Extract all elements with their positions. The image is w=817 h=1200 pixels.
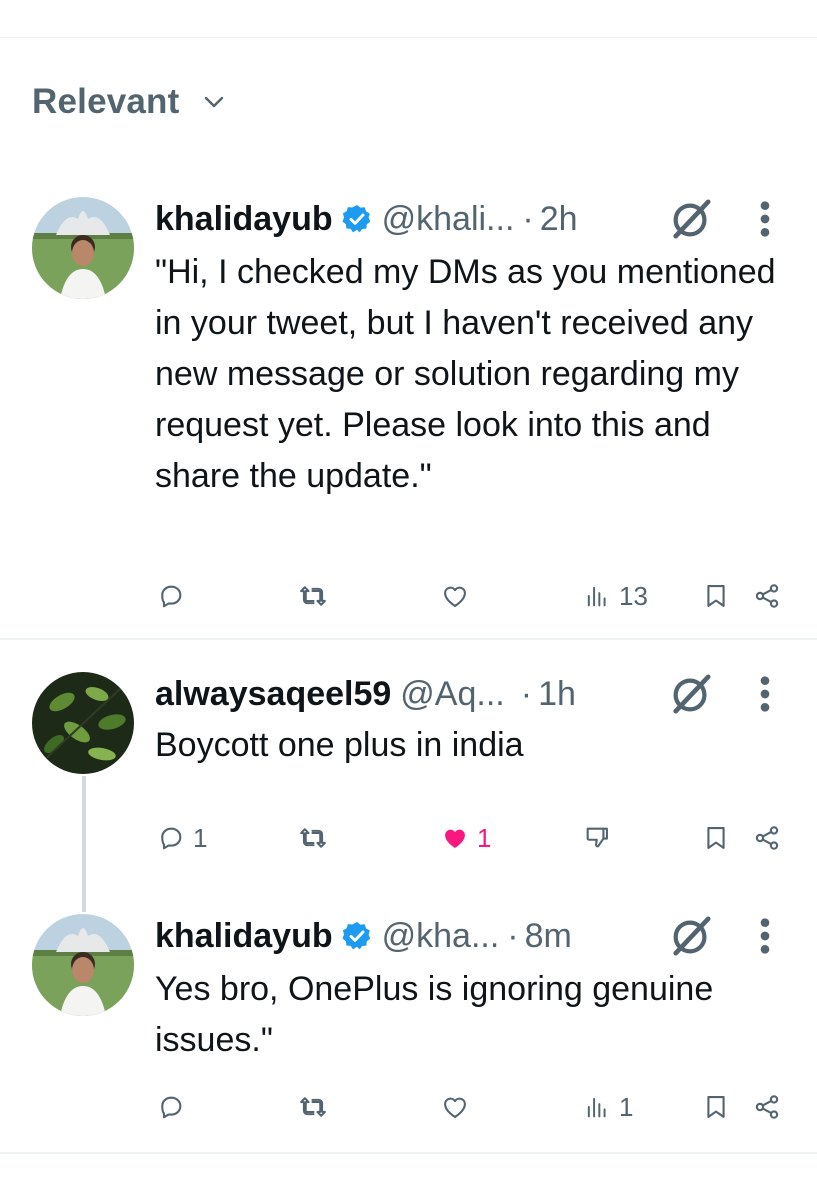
separator-dot: · (507, 916, 519, 955)
like-button[interactable] (441, 1089, 477, 1125)
repost-icon (299, 1093, 327, 1121)
views-button[interactable]: 13 (583, 578, 648, 614)
bookmark-button[interactable] (702, 1089, 730, 1125)
action-bar: 13 (0, 578, 817, 614)
sort-dropdown[interactable]: Relevant (32, 82, 226, 122)
reply-button[interactable]: 1 (157, 820, 207, 856)
sort-label: Relevant (32, 82, 180, 121)
repost-button[interactable] (299, 578, 335, 614)
chevron-down-icon (202, 90, 226, 114)
share-icon (753, 1093, 781, 1121)
verified-badge-icon (341, 203, 373, 235)
repost-icon (299, 824, 327, 852)
author-name[interactable]: khalidayub (155, 200, 333, 239)
share-button[interactable] (753, 1089, 781, 1125)
reply-button[interactable] (157, 578, 193, 614)
like-icon (441, 1093, 469, 1121)
action-bar: 1 (0, 1089, 817, 1125)
tweet-text: Boycott one plus in india (155, 726, 524, 764)
verified-badge-icon (341, 920, 373, 952)
bookmark-button[interactable] (702, 578, 730, 614)
repost-button[interactable] (299, 1089, 335, 1125)
repost-icon (299, 582, 327, 610)
tweet-text: "Hi, I checked my DMs as you mentioned i… (155, 253, 776, 495)
reply-icon (157, 1093, 185, 1121)
separator-dot: · (520, 674, 533, 713)
like-filled-icon (441, 824, 469, 852)
views-button[interactable]: 1 (583, 1089, 633, 1125)
more-icon[interactable] (752, 916, 778, 956)
grok-icon[interactable] (668, 671, 714, 717)
more-icon[interactable] (752, 674, 778, 714)
reply-icon (157, 824, 185, 852)
timestamp[interactable]: 1h (538, 675, 576, 714)
avatar[interactable] (32, 197, 134, 299)
like-button[interactable] (441, 578, 477, 614)
like-button[interactable]: 1 (441, 820, 491, 856)
reply-count: 1 (193, 822, 208, 853)
timestamp[interactable]: 8m (525, 917, 572, 956)
author-handle[interactable]: @kha... (382, 917, 500, 956)
timestamp[interactable]: 2h (540, 200, 578, 239)
share-icon (753, 582, 781, 610)
separator-dot: · (522, 199, 534, 238)
tweet-text: Yes bro, OnePlus is ignoring genuine iss… (155, 970, 714, 1059)
grok-icon[interactable] (668, 196, 714, 242)
bookmark-button[interactable] (702, 820, 730, 856)
top-divider (0, 37, 817, 38)
dislike-icon (583, 824, 611, 852)
like-count: 1 (477, 822, 492, 853)
reply-button[interactable] (157, 1089, 193, 1125)
author-handle[interactable]: @khali... (382, 200, 515, 239)
more-icon[interactable] (752, 199, 778, 239)
views-count: 13 (619, 580, 648, 611)
reply-icon (157, 582, 185, 610)
repost-button[interactable] (299, 820, 335, 856)
grok-icon[interactable] (668, 913, 714, 959)
views-icon (583, 582, 611, 610)
tweet-divider (0, 638, 817, 640)
bookmark-icon (702, 824, 730, 852)
dislike-button[interactable] (583, 820, 611, 856)
action-bar: 1 1 (0, 820, 817, 856)
share-button[interactable] (753, 820, 781, 856)
avatar[interactable] (32, 672, 134, 774)
author-name[interactable]: alwaysaqeel59 (155, 675, 391, 714)
bookmark-icon (702, 1093, 730, 1121)
avatar[interactable] (32, 914, 134, 1016)
tweet-divider (0, 1152, 817, 1154)
author-name[interactable]: khalidayub (155, 917, 333, 956)
like-icon (441, 582, 469, 610)
author-handle[interactable]: @Aq... (400, 675, 504, 714)
thread-connector-line (82, 776, 86, 912)
share-button[interactable] (753, 578, 781, 614)
share-icon (753, 824, 781, 852)
bookmark-icon (702, 582, 730, 610)
views-icon (583, 1093, 611, 1121)
views-count: 1 (619, 1091, 634, 1122)
